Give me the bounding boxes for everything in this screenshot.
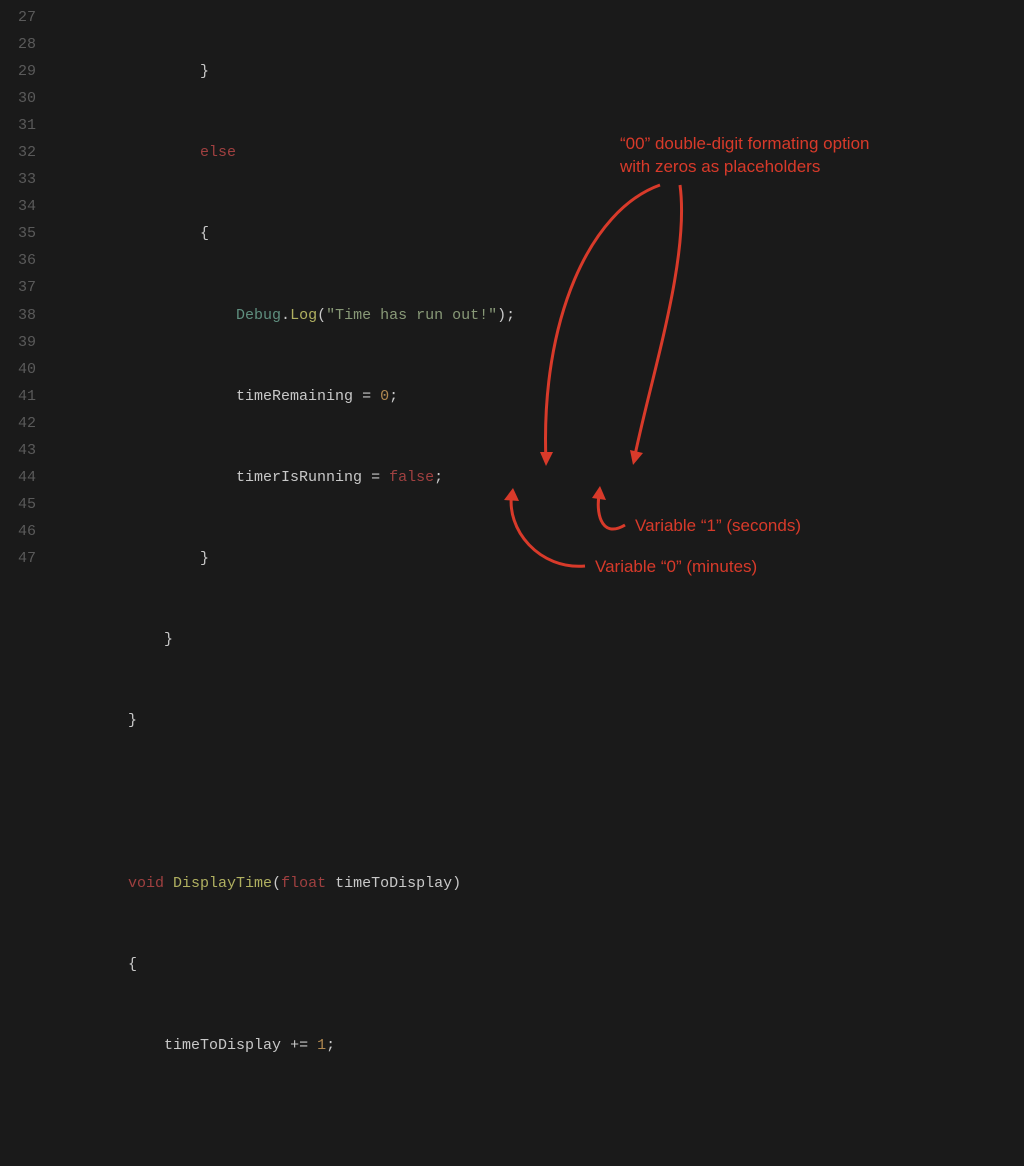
- line-number: 44: [0, 464, 36, 491]
- code-line: void DisplayTime(float timeToDisplay): [44, 870, 1024, 897]
- line-number: 46: [0, 518, 36, 545]
- code-line: timerIsRunning = false;: [44, 464, 1024, 491]
- line-number: 35: [0, 220, 36, 247]
- code-line: {: [44, 220, 1024, 247]
- code-line: }: [44, 58, 1024, 85]
- line-number: 33: [0, 166, 36, 193]
- line-number: 27: [0, 4, 36, 31]
- line-number: 42: [0, 410, 36, 437]
- code-line: Debug.Log("Time has run out!");: [44, 302, 1024, 329]
- line-number: 29: [0, 58, 36, 85]
- code-line: else: [44, 139, 1024, 166]
- line-number: 45: [0, 491, 36, 518]
- line-number: 37: [0, 274, 36, 301]
- code-line: {: [44, 951, 1024, 978]
- line-number: 39: [0, 329, 36, 356]
- code-line: }: [44, 545, 1024, 572]
- code-line: [44, 1113, 1024, 1140]
- line-number: 28: [0, 31, 36, 58]
- line-number: 41: [0, 383, 36, 410]
- code-line: [44, 788, 1024, 815]
- line-number: 32: [0, 139, 36, 166]
- line-number: 31: [0, 112, 36, 139]
- line-number: 36: [0, 247, 36, 274]
- code-line: timeRemaining = 0;: [44, 383, 1024, 410]
- code-area[interactable]: } else { Debug.Log("Time has run out!");…: [44, 0, 1024, 583]
- line-number: 40: [0, 356, 36, 383]
- code-editor[interactable]: 27 28 29 30 31 32 33 34 35 36 37 38 39 4…: [0, 0, 1024, 583]
- line-number: 30: [0, 85, 36, 112]
- code-line: timeToDisplay += 1;: [44, 1032, 1024, 1059]
- line-number: 47: [0, 545, 36, 572]
- line-number: 34: [0, 193, 36, 220]
- code-line: }: [44, 707, 1024, 734]
- code-line: }: [44, 626, 1024, 653]
- line-number: 38: [0, 302, 36, 329]
- line-number-gutter: 27 28 29 30 31 32 33 34 35 36 37 38 39 4…: [0, 0, 44, 583]
- line-number: 43: [0, 437, 36, 464]
